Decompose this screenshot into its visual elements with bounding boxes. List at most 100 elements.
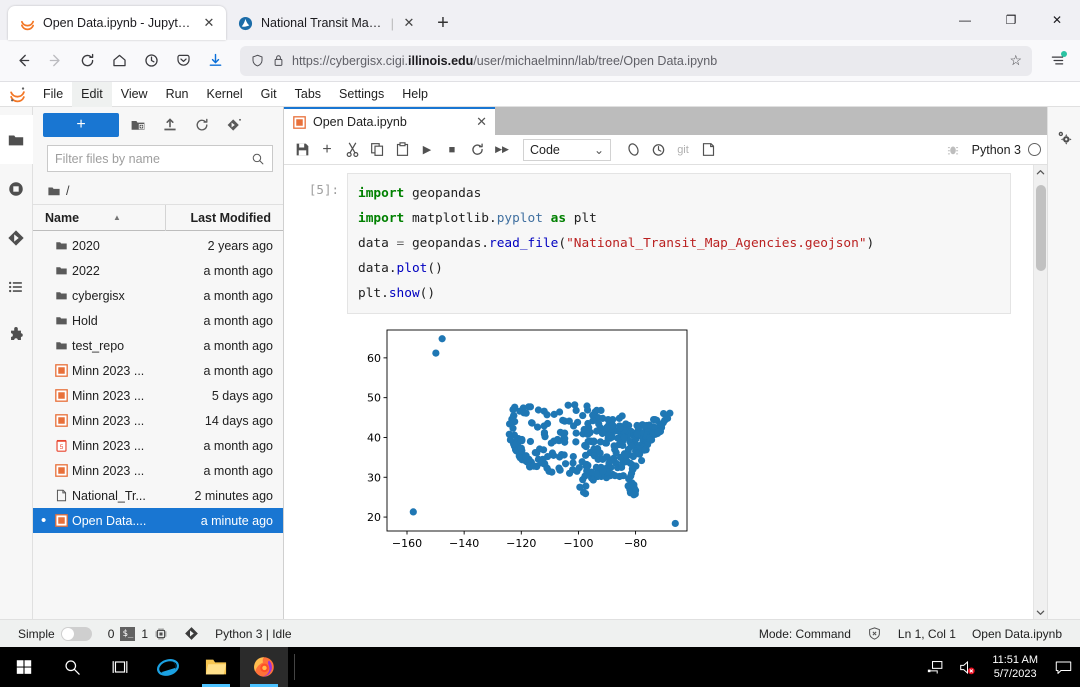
file-list-item[interactable]: 5Minn 2023 ...a month ago	[33, 433, 283, 458]
pocket-icon[interactable]	[168, 46, 198, 76]
shield-x-icon[interactable]	[859, 626, 890, 641]
debugger-bug-icon[interactable]	[941, 138, 965, 162]
file-list-item[interactable]: Minn 2023 ...a month ago	[33, 458, 283, 483]
sidebar-item-table-of-contents[interactable]	[0, 262, 33, 311]
sidebar-item-running-terminals[interactable]	[0, 164, 33, 213]
close-window-button[interactable]: ✕	[1034, 0, 1080, 40]
scrollbar-thumb[interactable]	[1036, 185, 1046, 271]
menu-file[interactable]: File	[34, 82, 72, 107]
scrollbar-track[interactable]	[1034, 179, 1047, 605]
insert-cell-icon[interactable]: +	[315, 138, 339, 162]
interrupt-kernel-icon[interactable]: ■	[440, 138, 464, 162]
task-view-icon[interactable]	[96, 647, 144, 687]
code-cell[interactable]: [5]: import geopandasimport matplotlib.p…	[284, 173, 1033, 314]
scroll-up-arrow-icon[interactable]	[1034, 165, 1047, 179]
snapshot-icon[interactable]	[621, 138, 645, 162]
menu-edit[interactable]: Edit	[72, 82, 112, 107]
forward-button[interactable]	[40, 46, 70, 76]
browser-tab-jupyterlab[interactable]: Open Data.ipynb - JupyterLab ✕	[8, 6, 226, 40]
refresh-icon[interactable]	[189, 113, 215, 137]
kernel-status-text[interactable]: Python 3 | Idle	[207, 627, 300, 641]
file-explorer-icon[interactable]	[192, 647, 240, 687]
file-list-item[interactable]: 20202 years ago	[33, 233, 283, 258]
network-icon[interactable]	[922, 659, 948, 676]
sidebar-item-git[interactable]	[0, 213, 33, 262]
restart-kernel-icon[interactable]	[465, 138, 489, 162]
internet-explorer-icon[interactable]	[144, 647, 192, 687]
new-folder-icon[interactable]	[125, 113, 151, 137]
new-launcher-button[interactable]: +	[43, 113, 119, 137]
browser-tab-national-transit-map[interactable]: National Transit Map Agencies | ✕	[226, 6, 426, 40]
menu-help[interactable]: Help	[393, 82, 437, 107]
notebook-tab-open-data[interactable]: Open Data.ipynb ✕	[284, 107, 495, 135]
restart-and-run-all-icon[interactable]: ▶▶	[490, 138, 514, 162]
history-icon[interactable]	[136, 46, 166, 76]
notes-icon[interactable]	[696, 138, 720, 162]
search-icon[interactable]	[48, 647, 96, 687]
volume-muted-icon[interactable]	[954, 659, 980, 676]
toggle-switch[interactable]	[61, 627, 92, 641]
file-list-item[interactable]: cybergisxa month ago	[33, 283, 283, 308]
home-icon[interactable]	[104, 46, 134, 76]
kernel-status-idle-icon[interactable]	[1028, 143, 1041, 156]
file-list-item[interactable]: test_repoa month ago	[33, 333, 283, 358]
notifications-icon[interactable]	[1050, 659, 1076, 676]
paste-icon[interactable]	[390, 138, 414, 162]
cut-icon[interactable]	[340, 138, 364, 162]
download-icon[interactable]	[200, 46, 230, 76]
menu-tabs[interactable]: Tabs	[286, 82, 330, 107]
simple-mode-toggle[interactable]: Simple	[10, 627, 100, 641]
breadcrumb[interactable]: /	[33, 178, 283, 205]
firefox-icon[interactable]	[240, 647, 288, 687]
git-label[interactable]: git	[671, 138, 695, 162]
file-list-item[interactable]: Minn 2023 ...a month ago	[33, 358, 283, 383]
current-filename[interactable]: Open Data.ipynb	[964, 627, 1070, 641]
close-icon[interactable]: ✕	[476, 114, 487, 130]
reload-button[interactable]	[72, 46, 102, 76]
bookmark-star-icon[interactable]: ☆	[1009, 52, 1022, 69]
property-inspector-icon[interactable]	[1048, 113, 1080, 162]
copy-icon[interactable]	[365, 138, 389, 162]
column-header-name[interactable]: Name ▲	[33, 211, 165, 225]
notebook-mode-status[interactable]: Mode: Command	[751, 627, 859, 641]
file-list-item[interactable]: Minn 2023 ...14 days ago	[33, 408, 283, 433]
sidebar-item-extension-manager[interactable]	[0, 311, 33, 360]
menu-settings[interactable]: Settings	[330, 82, 393, 107]
menu-git[interactable]: Git	[252, 82, 286, 107]
minimize-button[interactable]: —	[942, 0, 988, 40]
code-editor[interactable]: import geopandasimport matplotlib.pyplot…	[347, 173, 1011, 314]
maximize-button[interactable]: ❐	[988, 0, 1034, 40]
breadcrumb-root[interactable]: /	[66, 184, 69, 198]
git-clone-icon[interactable]	[221, 113, 247, 137]
column-header-last-modified[interactable]: Last Modified	[165, 205, 283, 231]
taskbar-clock[interactable]: 11:51 AM 5/7/2023	[986, 653, 1044, 681]
notebook-scrollbar[interactable]	[1033, 165, 1047, 619]
file-list-item[interactable]: •Open Data....a minute ago	[33, 508, 283, 533]
file-list-item[interactable]: 2022a month ago	[33, 258, 283, 283]
filter-files-input[interactable]: Filter files by name	[47, 145, 273, 172]
save-icon[interactable]	[290, 138, 314, 162]
start-button[interactable]	[0, 647, 48, 687]
app-menu-button[interactable]	[1042, 46, 1072, 76]
url-bar[interactable]: https://cybergisx.cigi.illinois.edu/user…	[240, 46, 1032, 76]
new-tab-button[interactable]: +	[426, 6, 460, 40]
sidebar-item-file-browser[interactable]	[0, 115, 33, 164]
clock-icon[interactable]	[646, 138, 670, 162]
cursor-position[interactable]: Ln 1, Col 1	[890, 627, 964, 641]
file-list-item[interactable]: National_Tr...2 minutes ago	[33, 483, 283, 508]
upload-icon[interactable]	[157, 113, 183, 137]
cell-type-select[interactable]: Code ⌄	[523, 139, 611, 161]
menu-kernel[interactable]: Kernel	[198, 82, 252, 107]
close-icon[interactable]: ✕	[402, 15, 416, 31]
run-cell-icon[interactable]: ▶	[415, 138, 439, 162]
close-icon[interactable]: ✕	[202, 15, 216, 31]
kernel-name-label[interactable]: Python 3	[966, 143, 1027, 157]
menu-run[interactable]: Run	[157, 82, 198, 107]
scroll-down-arrow-icon[interactable]	[1034, 605, 1047, 619]
file-list-item[interactable]: Minn 2023 ...5 days ago	[33, 383, 283, 408]
kernel-sessions-status[interactable]: 0 $_ 1	[100, 627, 176, 641]
git-branch-status[interactable]	[176, 626, 207, 641]
file-list-item[interactable]: Holda month ago	[33, 308, 283, 333]
back-button[interactable]	[8, 46, 38, 76]
menu-view[interactable]: View	[112, 82, 157, 107]
